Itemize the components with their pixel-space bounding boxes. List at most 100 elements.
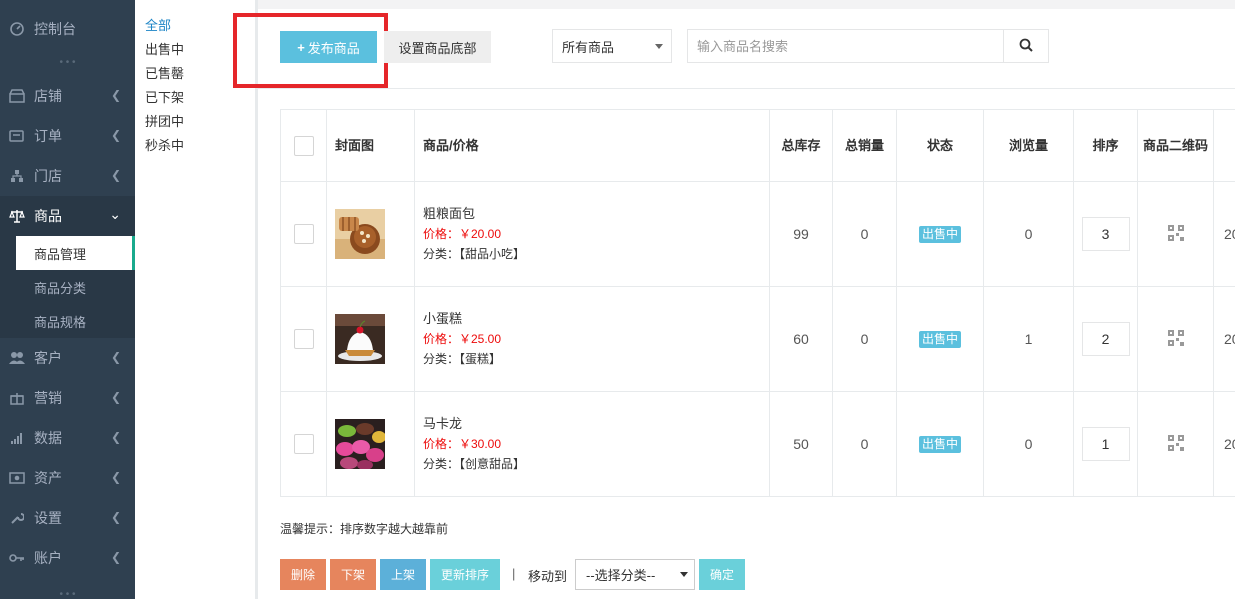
cover-cell [326, 391, 415, 497]
goods-search-input[interactable] [687, 29, 1004, 63]
chevron-left-icon: ❮ [110, 510, 121, 524]
order-icon [8, 127, 26, 145]
status-badge: 出售中 [918, 436, 961, 453]
table-row: 马卡龙 价格：￥30.00 分类：【创意甜品】 50 0 出售中 0 1 20 [280, 391, 1235, 497]
stock-cell: 99 [769, 181, 833, 287]
qrcode-icon[interactable] [1167, 224, 1184, 241]
goods-category: 分类：【甜品小吃】 [423, 247, 526, 261]
chevron-left-icon: ❮ [110, 550, 121, 564]
status-badge: 出售中 [918, 331, 961, 348]
row-checkbox[interactable] [293, 329, 314, 349]
submenu-item-goods-spec[interactable]: 商品规格 [0, 304, 135, 338]
qrcode-cell [1137, 391, 1214, 497]
clipped-cell: 20 [1213, 181, 1235, 287]
goods-info-cell: 小蛋糕 价格：￥25.00 分类：【蛋糕】 [414, 286, 770, 392]
goods-table: 封面图 商品/价格 总库存 总销量 状态 浏览量 排序 商品二维码 粗粮面包 价… [280, 109, 1235, 497]
goods-name[interactable]: 粗粮面包 [423, 204, 769, 224]
sort-cell: 1 [1073, 391, 1138, 497]
filter-off-shelf[interactable]: 已下架 [145, 86, 255, 110]
caret-down-icon [655, 44, 663, 49]
row-checkbox[interactable] [293, 224, 314, 244]
category-select[interactable]: --选择分类-- [575, 559, 695, 590]
store-tree-icon [8, 167, 26, 185]
filter-group-buy[interactable]: 拼团中 [145, 110, 255, 134]
sidebar-item-customers[interactable]: 客户 ❮ [0, 338, 135, 378]
shop-icon [8, 87, 26, 105]
submenu-item-goods-category[interactable]: 商品分类 [0, 270, 135, 304]
chevron-left-icon: ❮ [110, 350, 121, 364]
plus-icon: + [297, 39, 305, 55]
sort-input[interactable]: 3 [1081, 217, 1130, 251]
publish-goods-button[interactable]: + 发布商品 [280, 31, 377, 63]
col-goods-price: 商品/价格 [414, 109, 770, 182]
move-to-label: 移动到 [528, 569, 568, 584]
table-row: 粗粮面包 价格：￥20.00 分类：【甜品小吃】 99 0 出售中 0 3 20 [280, 181, 1235, 287]
chevron-left-icon: ❮ [110, 390, 121, 404]
goods-price: 价格：￥30.00 [423, 437, 502, 451]
filter-flash-sale[interactable]: 秒杀中 [145, 134, 255, 158]
sidebar-item-account[interactable]: 账户 ❮ [0, 538, 135, 578]
goods-name[interactable]: 马卡龙 [423, 414, 769, 434]
update-sort-button[interactable]: 更新排序 [430, 559, 500, 590]
goods-type-select[interactable]: 所有商品 [552, 29, 672, 63]
cake-thumbnail[interactable] [335, 314, 385, 364]
sales-cell: 0 [832, 391, 897, 497]
macaron-thumbnail[interactable] [335, 419, 385, 469]
chevron-left-icon: ❮ [110, 128, 121, 142]
wrench-icon [8, 509, 26, 527]
goods-info-cell: 粗粮面包 价格：￥20.00 分类：【甜品小吃】 [414, 181, 770, 287]
row-checkbox-cell [280, 391, 327, 497]
set-goods-bottom-button[interactable]: 设置商品底部 [384, 31, 491, 63]
goods-price: 价格：￥25.00 [423, 332, 502, 346]
sidebar-item-goods[interactable]: 商品 ⌄ [0, 196, 135, 236]
separator: | [512, 566, 516, 581]
sidebar-item-shop[interactable]: 店铺 ❮ [0, 76, 135, 116]
chevron-left-icon: ❮ [110, 88, 121, 102]
sidebar-item-orders[interactable]: 订单 ❮ [0, 116, 135, 156]
cover-cell [326, 286, 415, 392]
status-badge: 出售中 [918, 226, 961, 243]
row-checkbox[interactable] [293, 434, 314, 454]
goods-name[interactable]: 小蛋糕 [423, 309, 769, 329]
sidebar-item-label: 门店 [34, 168, 62, 184]
sidebar-item-assets[interactable]: 资产 ❮ [0, 458, 135, 498]
submenu-item-goods-manage[interactable]: 商品管理 [0, 236, 135, 270]
views-cell: 0 [983, 391, 1074, 497]
sidebar-item-label: 账户 [34, 550, 62, 566]
users-icon [8, 349, 26, 367]
sidebar-item-label: 数据 [34, 430, 62, 446]
main-sidebar: 控制台 • • • 店铺 ❮ 订单 ❮ 门店 ❮ 商品 ⌄ 商品管理 商品分类 … [0, 0, 135, 599]
col-clipped [1213, 109, 1235, 182]
bread-thumbnail[interactable] [335, 209, 385, 259]
sidebar-item-data[interactable]: 数据 ❮ [0, 418, 135, 458]
col-stock: 总库存 [769, 109, 833, 182]
sales-cell: 0 [832, 181, 897, 287]
sidebar-item-marketing[interactable]: 营销 ❮ [0, 378, 135, 418]
delete-button[interactable]: 删除 [280, 559, 326, 590]
search-button[interactable] [1003, 29, 1049, 63]
sidebar-item-label: 商品 [34, 208, 62, 224]
off-shelf-button[interactable]: 下架 [330, 559, 376, 590]
clipped-cell: 20 [1213, 391, 1235, 497]
sidebar-item-settings[interactable]: 设置 ❮ [0, 498, 135, 538]
sidebar-item-label: 店铺 [34, 88, 62, 104]
qrcode-icon[interactable] [1167, 329, 1184, 346]
sidebar-item-dashboard[interactable]: 控制台 [0, 0, 135, 58]
qrcode-icon[interactable] [1167, 434, 1184, 451]
sidebar-item-stores[interactable]: 门店 ❮ [0, 156, 135, 196]
top-band [258, 0, 1235, 9]
sort-input[interactable]: 2 [1081, 322, 1130, 356]
select-all-checkbox[interactable] [293, 135, 314, 156]
row-checkbox-cell [280, 286, 327, 392]
sidebar-collapse-dots[interactable]: • • • [0, 58, 135, 76]
category-select-value: --选择分类-- [586, 568, 656, 583]
stock-cell: 50 [769, 391, 833, 497]
gift-icon [8, 389, 26, 407]
on-shelf-button[interactable]: 上架 [380, 559, 426, 590]
sort-input[interactable]: 1 [1081, 427, 1130, 461]
stock-cell: 60 [769, 286, 833, 392]
chevron-left-icon: ❮ [110, 430, 121, 444]
sidebar-bottom-dots: • • • [59, 589, 76, 599]
col-views: 浏览量 [983, 109, 1074, 182]
confirm-move-button[interactable]: 确定 [699, 559, 745, 590]
